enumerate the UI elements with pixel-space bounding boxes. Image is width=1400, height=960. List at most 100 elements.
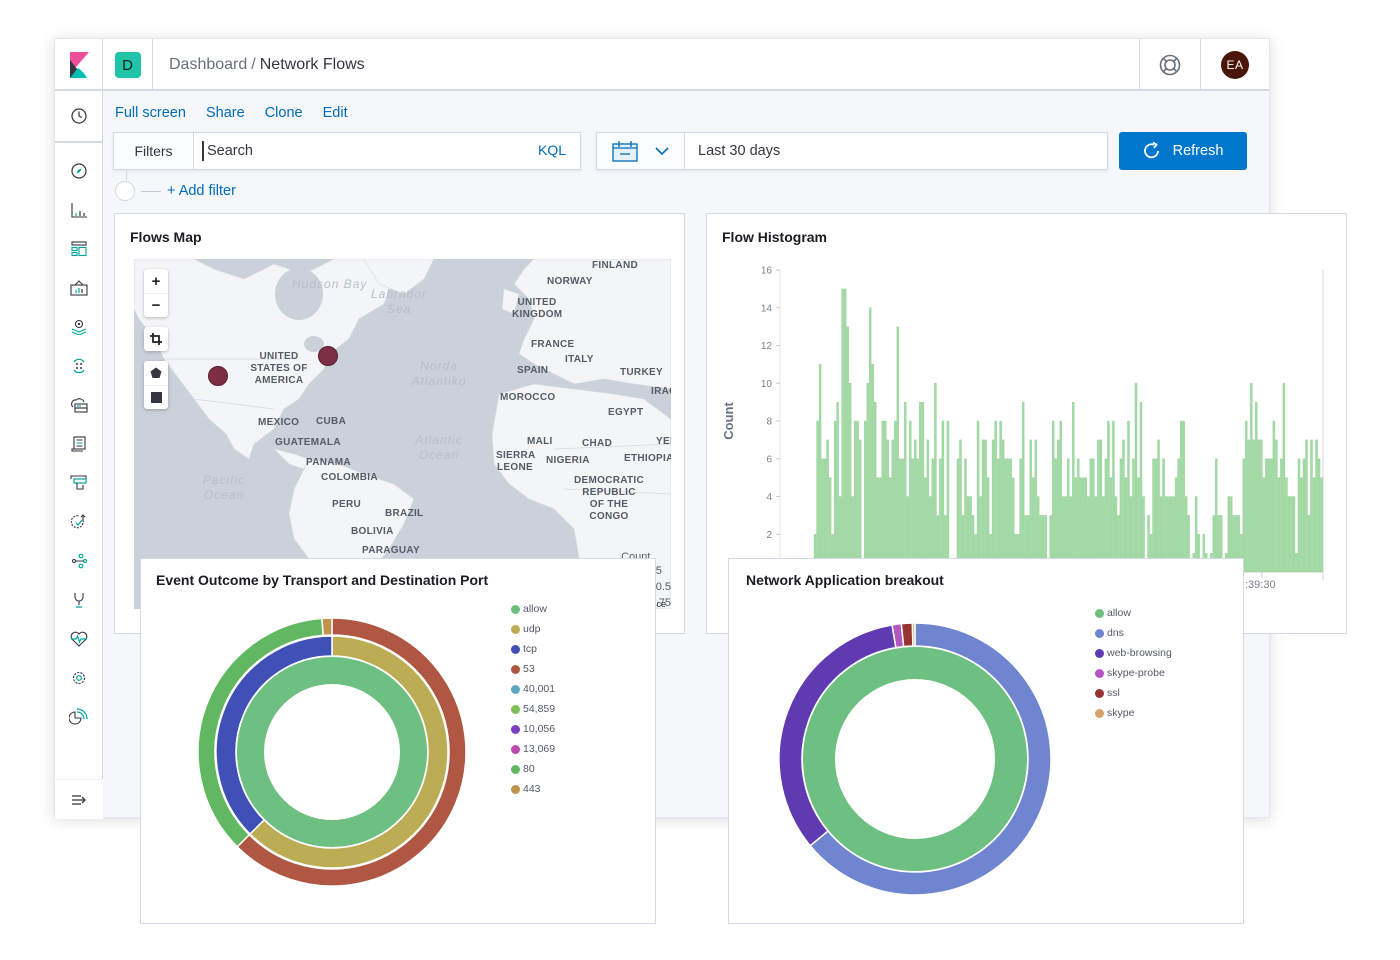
histogram-bar [833, 420, 837, 573]
nav-telemetry[interactable] [55, 702, 103, 732]
nav-maps[interactable] [55, 312, 103, 342]
filter-row: + Add filter [115, 181, 236, 201]
filter-toggle[interactable] [115, 181, 135, 201]
edit-link[interactable]: Edit [323, 105, 348, 121]
kql-toggle-button[interactable]: KQL [538, 142, 566, 158]
space-selector[interactable]: D [103, 39, 153, 91]
network-application-panel: Network Application breakout allow dns web… [728, 558, 1244, 924]
histogram-bar [821, 458, 824, 573]
map-point[interactable] [318, 346, 338, 366]
kibana-logo-icon[interactable] [55, 39, 103, 91]
legend-item[interactable]: 54,859 [511, 699, 555, 719]
quick-date-menu-button[interactable] [597, 133, 685, 169]
histogram-bar [1099, 439, 1103, 573]
histogram-bar [1280, 458, 1283, 573]
y-tick-label: 16 [761, 266, 773, 277]
legend-item[interactable]: skype-probe [1095, 663, 1172, 683]
histogram-bar [1004, 458, 1007, 573]
country-label: FINLAND [592, 260, 638, 271]
legend-label: dns [1107, 627, 1124, 639]
histogram-bar [858, 439, 862, 573]
legend-item[interactable]: 13,069 [511, 739, 555, 759]
map-canvas[interactable]: Hudson Bay Labrador Sea Norda Atlantiko … [134, 259, 671, 609]
collapse-menu-icon [72, 794, 86, 805]
zoom-in-button[interactable]: + [144, 269, 168, 293]
nav-logs[interactable] [55, 429, 103, 459]
breadcrumb-dashboard[interactable]: Dashboard [169, 56, 247, 73]
histogram-bar [1320, 477, 1323, 573]
search-input[interactable] [202, 141, 502, 161]
nav-visualize[interactable] [55, 195, 103, 225]
histogram-bar [926, 439, 930, 573]
share-link[interactable]: Share [206, 105, 245, 121]
legend-item[interactable]: udp [511, 619, 555, 639]
legend-item[interactable]: 40,001 [511, 679, 555, 699]
histogram-bar [1009, 458, 1012, 573]
clone-link[interactable]: Clone [265, 105, 303, 121]
map-point[interactable] [208, 366, 228, 386]
country-label: SIERRA LEONE [496, 450, 536, 473]
legend-label: 443 [523, 783, 541, 795]
legend-item[interactable]: dns [1095, 623, 1172, 643]
histogram-bar [1162, 458, 1165, 573]
help-button[interactable] [1139, 39, 1201, 91]
refresh-icon [1143, 142, 1159, 159]
event-outcome-donut[interactable] [141, 559, 657, 925]
legend-item[interactable]: 443 [511, 779, 555, 799]
legend-label: allow [1107, 607, 1131, 619]
nav-machine-learning[interactable] [55, 351, 103, 381]
full-screen-link[interactable]: Full screen [115, 105, 186, 121]
nav-canvas[interactable] [55, 273, 103, 303]
nav-dashboard[interactable] [55, 234, 103, 264]
legend-item[interactable]: allow [511, 599, 555, 619]
nav-apm[interactable] [55, 468, 103, 498]
histogram-bar [1310, 439, 1313, 573]
legend-item[interactable]: ssl [1095, 683, 1172, 703]
country-label: YEMEN [656, 436, 671, 447]
nav-infrastructure[interactable] [55, 390, 103, 420]
legend-swatch [1095, 688, 1104, 698]
histogram-bar [1092, 458, 1095, 573]
histogram-bar [1001, 439, 1005, 573]
legend-swatch [1095, 708, 1104, 718]
histogram-bar [1054, 458, 1057, 573]
nav-management[interactable] [55, 663, 103, 693]
nav-dev-tools[interactable] [55, 585, 103, 615]
crop-icon[interactable] [144, 327, 168, 351]
nav-discover[interactable] [55, 156, 103, 186]
filters-button[interactable]: Filters [114, 133, 194, 169]
histogram-bar [1179, 420, 1183, 573]
histogram-bar [909, 420, 912, 573]
nav-uptime[interactable] [55, 507, 103, 537]
histogram-bar [1177, 458, 1180, 573]
legend-item[interactable]: web-browsing [1095, 643, 1172, 663]
rectangle-draw-icon[interactable] [144, 385, 168, 409]
polygon-draw-icon[interactable] [144, 361, 168, 385]
legend-item[interactable]: 53 [511, 659, 555, 679]
legend-item[interactable]: 80 [511, 759, 555, 779]
compass-icon [71, 163, 87, 179]
add-filter-button[interactable]: + Add filter [167, 183, 236, 199]
histogram-bar [846, 326, 849, 573]
legend-item[interactable]: tcp [511, 639, 555, 659]
nav-recently-viewed[interactable] [55, 91, 103, 143]
histogram-bar [1245, 420, 1248, 573]
legend-item[interactable]: 10,056 [511, 719, 555, 739]
user-menu[interactable]: EA [1201, 39, 1269, 91]
user-avatar[interactable]: EA [1221, 51, 1249, 79]
legend-item[interactable]: allow [1095, 603, 1172, 623]
zoom-out-button[interactable]: − [144, 293, 168, 317]
date-range-display[interactable]: Last 30 days [698, 143, 780, 159]
country-label: UNITED STATES OF AMERICA [250, 351, 308, 386]
histogram-bar [1089, 458, 1093, 573]
refresh-button[interactable]: Refresh [1119, 132, 1247, 170]
fit-bounds-control [144, 327, 168, 351]
map-attribution[interactable]: ce [656, 599, 666, 609]
legend-item[interactable]: skype [1095, 703, 1172, 723]
country-label: ETHIOPIA [624, 453, 671, 464]
nav-monitoring[interactable] [55, 624, 103, 654]
histogram-bar [1019, 458, 1022, 573]
nav-collapse-button[interactable] [55, 779, 103, 819]
space-avatar[interactable]: D [114, 52, 141, 78]
nav-graph[interactable] [55, 546, 103, 576]
